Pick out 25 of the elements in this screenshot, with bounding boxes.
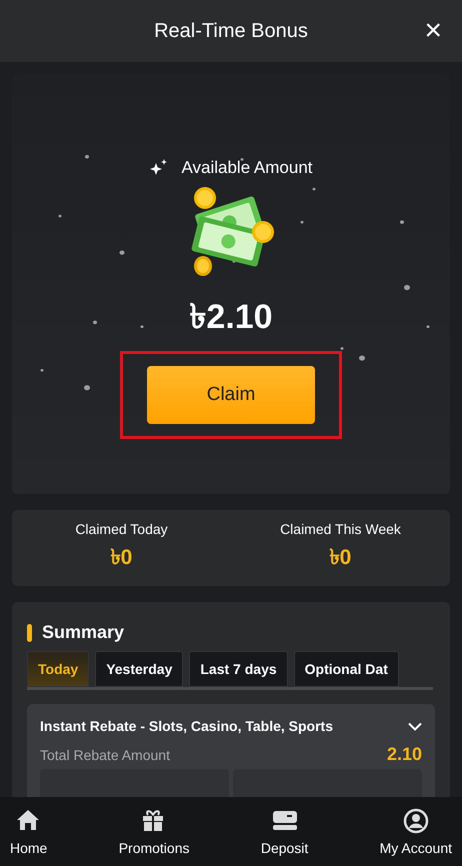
section-title: Summary [42,622,124,643]
total-rebate-label: Total Rebate Amount [40,746,170,762]
nav-tab[interactable]: Home [4,797,54,866]
sparkle-icon [149,159,170,177]
available-amount-label: Available Amount [181,158,313,178]
date-tab[interactable]: Yesterday [95,651,184,687]
date-tab[interactable]: Last 7 days [189,651,288,687]
account-icon [402,808,429,834]
date-tab[interactable]: Today [27,651,90,687]
close-button[interactable]: × [420,14,446,48]
date-tab[interactable]: Optional Dat [294,651,399,687]
rebate-title: Instant Rebate - Slots, Casino, Table, Sports [40,718,334,734]
claim-button[interactable]: Claim [147,366,315,424]
stat-label: Claimed Today [75,520,168,536]
window-title: Real-Time Bonus [154,20,308,42]
nav-tab[interactable]: My Account [374,797,458,866]
stat-label: Claimed This Week [280,520,401,536]
stat-value: ৳0 [110,544,132,570]
nav-tab[interactable]: Promotions [112,797,196,866]
stat-value: ৳0 [330,544,352,570]
total-rebate-value: 2.10 [386,744,422,765]
nav-tab[interactable]: Deposit [254,797,314,866]
available-amount: ৳2.10 [189,297,273,338]
chevron-down-icon[interactable] [408,722,422,730]
title-accent [27,624,32,642]
